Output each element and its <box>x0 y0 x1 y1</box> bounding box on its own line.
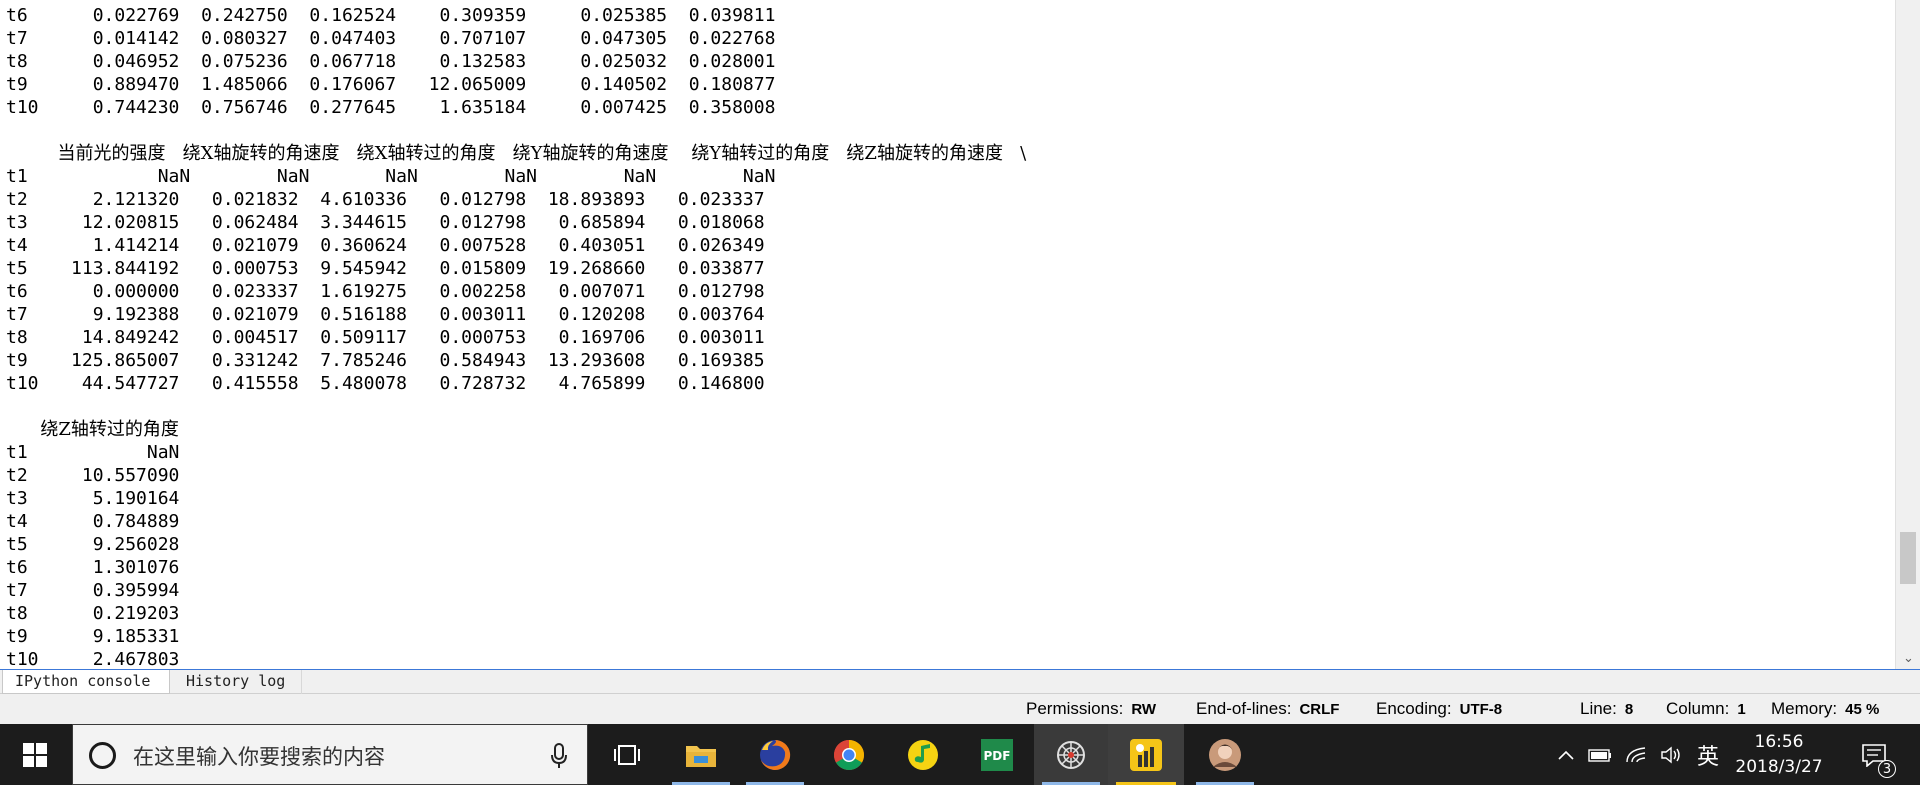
console-line: t7 0.395994 <box>6 580 180 601</box>
firefox-icon[interactable] <box>738 724 812 785</box>
console-line: 绕Z轴转过的角度 <box>6 419 179 440</box>
volume-icon[interactable] <box>1656 724 1688 785</box>
console-line: t5 113.844192 0.000753 9.545942 0.015809… <box>6 258 765 279</box>
status-column: Column: 1 <box>1666 699 1746 718</box>
tab-history-log[interactable]: History log <box>174 670 302 694</box>
ipython-console[interactable]: t6 0.022769 0.242750 0.162524 0.309359 0… <box>0 0 1920 670</box>
scroll-down-icon[interactable]: ⌄ <box>1896 648 1920 669</box>
battery-icon[interactable] <box>1584 724 1616 785</box>
console-line: t10 2.467803 <box>6 649 180 670</box>
console-line: t10 44.547727 0.415558 5.480078 0.728732… <box>6 373 765 394</box>
console-line: t7 0.014142 0.080327 0.047403 0.707107 0… <box>6 28 776 49</box>
wifi-icon[interactable] <box>1620 724 1652 785</box>
task-view-icon[interactable] <box>590 724 664 785</box>
file-explorer-icon[interactable] <box>664 724 738 785</box>
microphone-icon[interactable] <box>549 742 569 770</box>
status-end-of-lines: End-of-lines: CRLF <box>1196 699 1340 718</box>
status-bar: Permissions: RW End-of-lines: CRLF Encodin… <box>0 694 1920 724</box>
music-icon[interactable] <box>886 724 960 785</box>
console-line: t4 1.414214 0.021079 0.360624 0.007528 0… <box>6 235 765 256</box>
console-line: t1 NaN NaN NaN NaN NaN NaN <box>6 166 776 187</box>
chevron-up-icon[interactable] <box>1552 724 1580 785</box>
console-line: t9 0.889470 1.485066 0.176067 12.065009 … <box>6 74 776 95</box>
status-encoding: Encoding: UTF-8 <box>1376 699 1503 718</box>
pdf-icon[interactable]: PDF <box>960 724 1034 785</box>
console-line: t6 0.022769 0.242750 0.162524 0.309359 0… <box>6 5 776 26</box>
console-line: t5 9.256028 <box>6 534 180 555</box>
console-line: t6 0.000000 0.023337 1.619275 0.002258 0… <box>6 281 765 302</box>
pane-tab-bar: IPython console History log <box>0 670 1920 694</box>
taskbar-clock[interactable]: 16:56 2018/3/27 <box>1724 730 1834 780</box>
notification-count-badge: 3 <box>1878 760 1896 778</box>
console-line: t2 10.557090 <box>6 465 180 486</box>
spider-icon[interactable] <box>1034 724 1108 785</box>
windows-taskbar: 在这里输入你要搜索的内容 PDF 英 16:56 2018/3/27 3 <box>0 724 1920 785</box>
ime-label: 英 <box>1696 744 1719 770</box>
taskbar-search-box[interactable]: 在这里输入你要搜索的内容 <box>72 724 588 785</box>
console-line: t3 5.190164 <box>6 488 180 509</box>
status-permissions: Permissions: RW <box>1026 699 1157 718</box>
console-line: t4 0.784889 <box>6 511 180 532</box>
clock-time: 16:56 <box>1754 732 1804 752</box>
console-line: t8 0.046952 0.075236 0.067718 0.132583 0… <box>6 51 776 72</box>
windows-start-icon[interactable] <box>0 724 70 785</box>
cortana-icon <box>89 742 116 769</box>
search-placeholder: 在这里输入你要搜索的内容 <box>133 745 385 769</box>
svg-text:PDF: PDF <box>984 749 1011 763</box>
console-line: t10 0.744230 0.756746 0.277645 1.635184 … <box>6 97 776 118</box>
console-line: t3 12.020815 0.062484 3.344615 0.012798 … <box>6 212 765 233</box>
tab-ipython-console[interactable]: IPython console <box>2 670 170 694</box>
pyspyder-icon[interactable] <box>1108 724 1184 785</box>
console-line: t6 1.301076 <box>6 557 180 578</box>
vertical-scrollbar[interactable]: ⌄ <box>1895 0 1920 669</box>
console-line: t1 NaN <box>6 442 180 463</box>
avatar-icon[interactable] <box>1188 724 1262 785</box>
console-line: 当前光的强度 绕X轴旋转的角速度 绕X轴转过的角度 绕Y轴旋转的角速度 绕Y轴转… <box>6 143 1027 164</box>
ime-indicator[interactable]: 英 <box>1692 724 1724 785</box>
console-line: t7 9.192388 0.021079 0.516188 0.003011 0… <box>6 304 765 325</box>
chrome-icon[interactable] <box>812 724 886 785</box>
clock-date: 2018/3/27 <box>1735 757 1823 777</box>
status-line: Line: 8 <box>1580 699 1634 718</box>
console-line: t8 0.219203 <box>6 603 180 624</box>
console-output: t6 0.022769 0.242750 0.162524 0.309359 0… <box>6 4 1890 670</box>
console-line: t9 125.865007 0.331242 7.785246 0.584943… <box>6 350 765 371</box>
status-memory: Memory: 45 % <box>1771 699 1880 718</box>
console-line: t2 2.121320 0.021832 4.610336 0.012798 1… <box>6 189 765 210</box>
console-line: t8 14.849242 0.004517 0.509117 0.000753 … <box>6 327 765 348</box>
scrollbar-thumb[interactable] <box>1900 532 1916 584</box>
console-line: t9 9.185331 <box>6 626 180 647</box>
